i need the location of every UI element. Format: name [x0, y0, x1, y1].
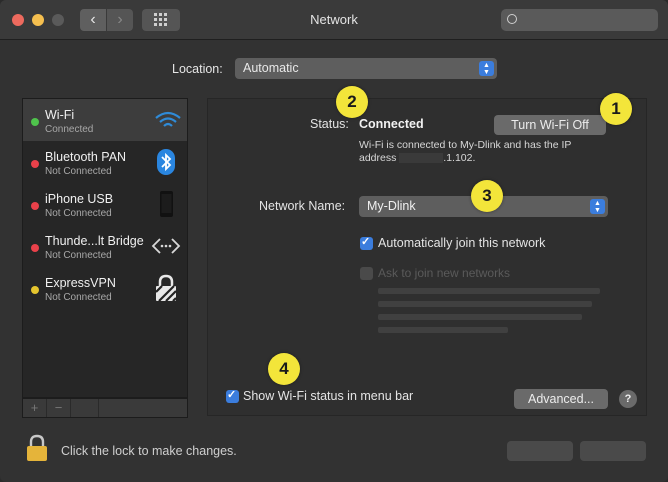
- status-dot-red: [31, 244, 39, 252]
- service-item-iphone-usb[interactable]: iPhone USB Not Connected: [23, 183, 187, 225]
- service-item-expressvpn[interactable]: ExpressVPN Not Connected: [23, 267, 187, 309]
- wifi-icon: [155, 111, 181, 127]
- service-status: Connected: [45, 124, 94, 135]
- status-description: Wi-Fi is connected to My-Dlink and has t…: [359, 139, 609, 165]
- service-list: Wi-Fi Connected Bluetooth PAN Not Connec…: [22, 98, 188, 398]
- service-status: Not Connected: [45, 208, 112, 219]
- iphone-icon: [160, 191, 173, 217]
- updown-chevron-icon: ▲ ▼: [590, 199, 605, 214]
- service-list-toolbar: + −: [22, 398, 188, 418]
- callout-badge: 1: [600, 93, 632, 125]
- lock-icon[interactable]: [26, 434, 48, 462]
- service-item-wifi[interactable]: Wi-Fi Connected: [23, 99, 187, 141]
- redacted-ip-block: [399, 153, 444, 164]
- callout-badge: 4: [268, 353, 300, 385]
- status-dot-yellow: [31, 286, 39, 294]
- updown-chevron-icon: ▲ ▼: [479, 61, 494, 76]
- service-name: Bluetooth PAN: [45, 150, 127, 164]
- location-select[interactable]: Automatic ▲ ▼: [235, 58, 497, 79]
- status-dot-red: [31, 202, 39, 210]
- service-name: Wi-Fi: [45, 108, 75, 122]
- ask-new-networks-description: [378, 288, 600, 340]
- service-name: Thunde...lt Bridge: [45, 234, 144, 248]
- add-service-button[interactable]: +: [23, 399, 47, 417]
- status-label: Status:: [310, 117, 349, 131]
- search-field[interactable]: [501, 9, 658, 31]
- bluetooth-icon: [157, 149, 175, 175]
- auto-join-label: Automatically join this network: [378, 236, 546, 250]
- callout-badge: 3: [471, 180, 503, 212]
- vpn-lock-icon: [155, 274, 177, 302]
- thunderbolt-bridge-icon: [151, 238, 181, 254]
- advanced-button[interactable]: Advanced...: [514, 389, 608, 409]
- help-button[interactable]: ?: [619, 390, 637, 408]
- callout-badge: 2: [336, 86, 368, 118]
- status-dot-red: [31, 160, 39, 168]
- show-wifi-status-label: Show Wi-Fi status in menu bar: [243, 389, 414, 403]
- service-item-thunderbolt-bridge[interactable]: Thunde...lt Bridge Not Connected: [23, 225, 187, 267]
- location-label: Location:: [172, 62, 223, 76]
- apply-button: [580, 441, 646, 461]
- ip-suffix: .1.102.: [443, 152, 476, 164]
- turn-wifi-off-button[interactable]: Turn Wi-Fi Off: [494, 115, 606, 135]
- network-name-value: My-Dlink: [367, 199, 416, 213]
- status-dot-green: [31, 118, 39, 126]
- service-actions-button[interactable]: [71, 399, 99, 417]
- status-value: Connected: [359, 117, 424, 131]
- service-status: Not Connected: [45, 250, 112, 261]
- network-name-label: Network Name:: [259, 199, 346, 213]
- service-item-bluetooth-pan[interactable]: Bluetooth PAN Not Connected: [23, 141, 187, 183]
- ask-new-networks-label: Ask to join new networks: [378, 266, 511, 280]
- service-status: Not Connected: [45, 292, 112, 303]
- network-preferences-window: ‹ › Network Location: Automatic ▲ ▼ Wi-Fi…: [0, 0, 668, 482]
- service-name: iPhone USB: [45, 192, 114, 206]
- title-bar: ‹ › Network: [0, 0, 668, 40]
- lock-message: Click the lock to make changes.: [61, 444, 237, 458]
- ask-new-networks-checkbox: [360, 267, 373, 280]
- search-icon: [507, 14, 517, 24]
- revert-button: [507, 441, 573, 461]
- location-value: Automatic: [243, 61, 299, 75]
- service-name: ExpressVPN: [45, 276, 116, 290]
- service-status: Not Connected: [45, 166, 112, 177]
- auto-join-checkbox[interactable]: [360, 235, 373, 250]
- show-wifi-status-checkbox[interactable]: [226, 388, 239, 403]
- remove-service-button[interactable]: −: [47, 399, 71, 417]
